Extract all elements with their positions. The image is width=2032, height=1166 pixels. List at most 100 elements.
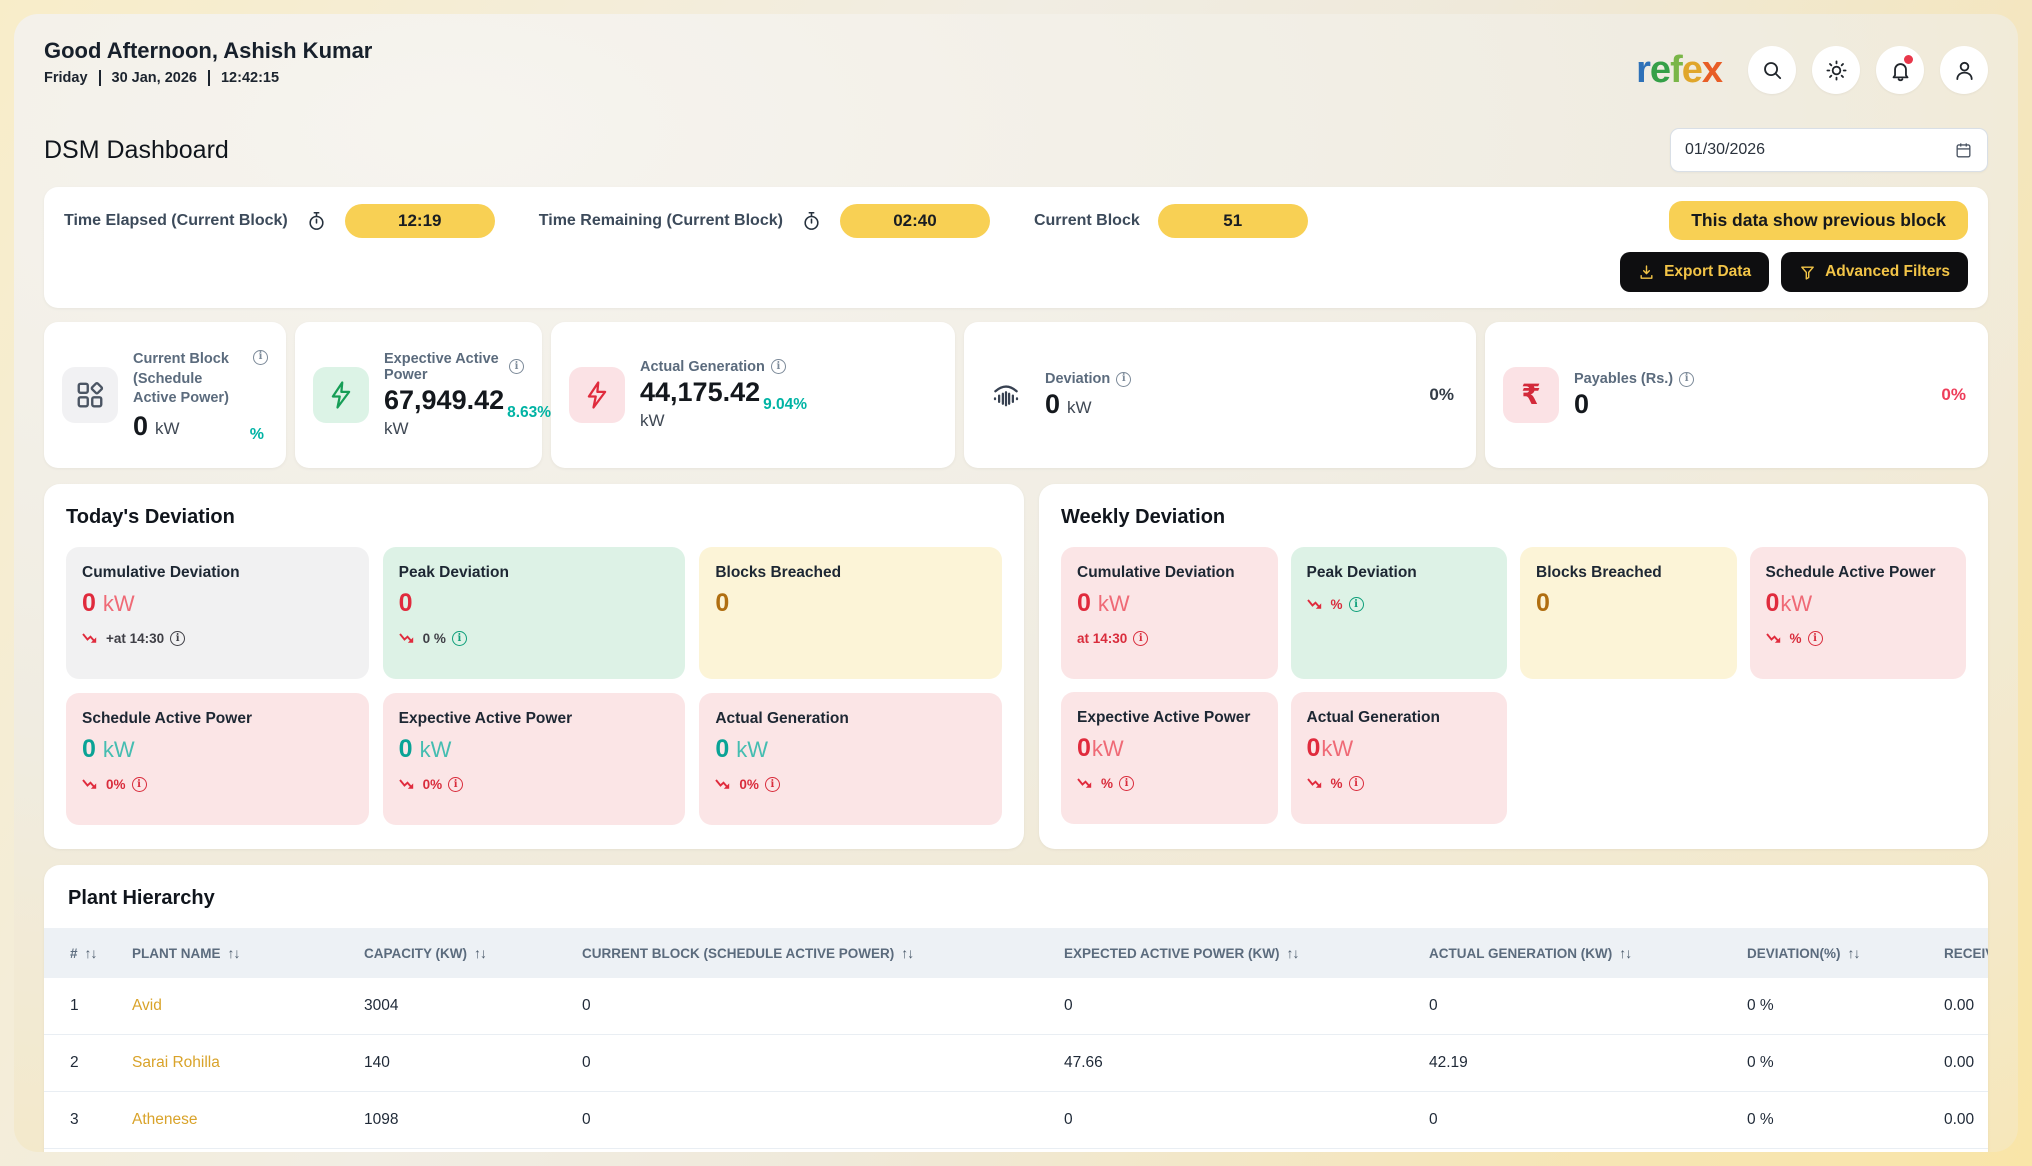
card-peak-deviation: Peak Deviation % [1291,547,1508,679]
card-cumulative-deviation: Cumulative Deviation 0 kW at 14:30 [1061,547,1278,679]
kpi-percent: 9.04% [763,397,807,413]
cell-actual-generation: 42.19 [1419,1035,1737,1092]
export-data-button[interactable]: Export Data [1620,252,1769,292]
column-header-capacity[interactable]: CAPACITY (KW) [354,928,572,978]
search-button[interactable] [1748,46,1796,94]
kpi-unit: kW [1067,399,1092,419]
date-input[interactable] [1685,141,1946,159]
weekly-deviation-panel: Weekly Deviation Cumulative Deviation 0 … [1039,484,1988,849]
cell-capacity: 3004 [354,978,572,1035]
info-icon[interactable] [1133,631,1148,646]
card-value: 0 [715,591,729,616]
info-icon[interactable] [509,359,524,374]
cell-plant-name[interactable]: Sarai Rohilla [122,1035,354,1092]
cell-capacity: 1146 [354,1149,572,1153]
kpi-deviation: Deviation 0 kW 0% [964,322,1476,468]
sort-icon[interactable] [1848,945,1860,961]
info-icon[interactable] [1349,597,1364,612]
card-unit: kW [1321,738,1353,760]
info-icon[interactable] [253,350,268,365]
kpi-current-block: Current Block (Schedule Active Power) 0 … [44,322,286,468]
sort-icon[interactable] [228,945,240,961]
cell-expected-power: 0 [1054,978,1419,1035]
greeting-block: Good Afternoon, Ashish Kumar Friday30 Ja… [44,38,372,86]
block-timers: Time Elapsed (Current Block) 12:19 Time … [64,201,1308,241]
kpi-value: 0 [1045,390,1060,418]
column-header-receivables[interactable]: RECEIVABLES [1934,928,1988,978]
card-footnote: % [1790,631,1802,646]
sort-icon[interactable] [1619,945,1631,961]
cell-plant-name[interactable]: Avid [122,978,354,1035]
card-value: 0 [1766,591,1780,616]
info-icon[interactable] [1119,776,1134,791]
date-text: 30 Jan, 2026 [99,70,197,86]
column-header-actual-generation[interactable]: ACTUAL GENERATION (KW) [1419,928,1737,978]
cell-index: 3 [44,1092,122,1149]
cell-actual-generation: 0 [1419,1149,1737,1153]
column-header-plant-name[interactable]: PLANT NAME [122,928,354,978]
deviation-panels: Today's Deviation Cumulative Deviation 0… [44,484,1988,849]
info-icon[interactable] [1116,372,1131,387]
profile-button[interactable] [1940,46,1988,94]
card-unit: kW [1098,593,1130,615]
card-expective-active-power: Expective Active Power 0 kW 0% [383,693,686,825]
cell-plant-name[interactable]: Athenese [122,1092,354,1149]
info-icon[interactable] [452,631,467,646]
cell-current-block: 0 [572,1035,1054,1092]
column-header-index[interactable]: # [44,928,122,978]
kpi-label: Payables (Rs.) [1574,371,1673,387]
cell-deviation: 0 % [1737,1092,1934,1149]
theme-toggle-button[interactable] [1812,46,1860,94]
info-icon[interactable] [170,631,185,646]
advanced-filters-button[interactable]: Advanced Filters [1781,252,1968,292]
info-icon[interactable] [1349,776,1364,791]
table-row: 1 Avid 3004 0 0 0 0 % 0.00 [44,978,1988,1035]
kpi-side-percent: % [250,426,264,444]
calendar-icon[interactable] [1954,141,1973,160]
filter-icon [1799,264,1816,281]
column-header-deviation[interactable]: DEVIATION(%) [1737,928,1934,978]
trend-down-icon [1766,632,1784,645]
card-footnote: 0% [106,777,126,792]
info-icon[interactable] [1679,372,1694,387]
panel-title: Weekly Deviation [1061,506,1966,529]
bolt-red-icon [569,367,625,423]
trend-down-icon [82,778,100,791]
column-header-current-block[interactable]: CURRENT BLOCK (SCHEDULE ACTIVE POWER) [572,928,1054,978]
card-value: 0 [82,591,96,616]
sort-icon[interactable] [901,945,913,961]
info-icon[interactable] [448,777,463,792]
info-icon[interactable] [1808,631,1823,646]
info-icon[interactable] [132,777,147,792]
info-icon[interactable] [771,359,786,374]
cell-deviation: 0 % [1737,978,1934,1035]
sort-icon[interactable] [85,945,97,961]
column-header-expected-active-power[interactable]: EXPECTED ACTIVE POWER (KW) [1054,928,1419,978]
card-unit: kW [420,739,452,761]
card-actual-generation: Actual Generation 0 kW % [1291,692,1508,824]
cell-actual-generation: 0 [1419,978,1737,1035]
waveform-icon [982,380,1030,410]
notifications-button[interactable] [1876,46,1924,94]
cell-index: 2 [44,1035,122,1092]
user-icon [1953,59,1976,82]
card-value: 0 [1536,591,1550,616]
sort-icon[interactable] [1287,945,1299,961]
info-icon[interactable] [765,777,780,792]
title-row: DSM Dashboard [44,128,1988,172]
cell-plant-name[interactable]: Swelter [122,1149,354,1153]
weekday-text: Friday [44,70,88,86]
sort-icon[interactable] [474,945,486,961]
cell-receivables: 0.00 [1934,1035,1988,1092]
cell-expected-power: 0 [1054,1092,1419,1149]
card-blocks-breached: Blocks Breached 0 [1520,547,1737,679]
table-row: 4 Swelter 1146 0 0 0 0 % 0.00 [44,1149,1988,1153]
clock-text: 12:42:15 [208,70,279,86]
card-unit: kW [1092,738,1124,760]
card-unit: kW [103,593,135,615]
dashboard-root: Good Afternoon, Ashish Kumar Friday30 Ja… [14,14,2018,1152]
time-elapsed-value: 12:19 [345,204,495,238]
bar-actions: This data show previous block Export Dat… [1620,201,1968,292]
card-footnote: % [1331,776,1343,791]
date-picker[interactable] [1670,128,1988,172]
